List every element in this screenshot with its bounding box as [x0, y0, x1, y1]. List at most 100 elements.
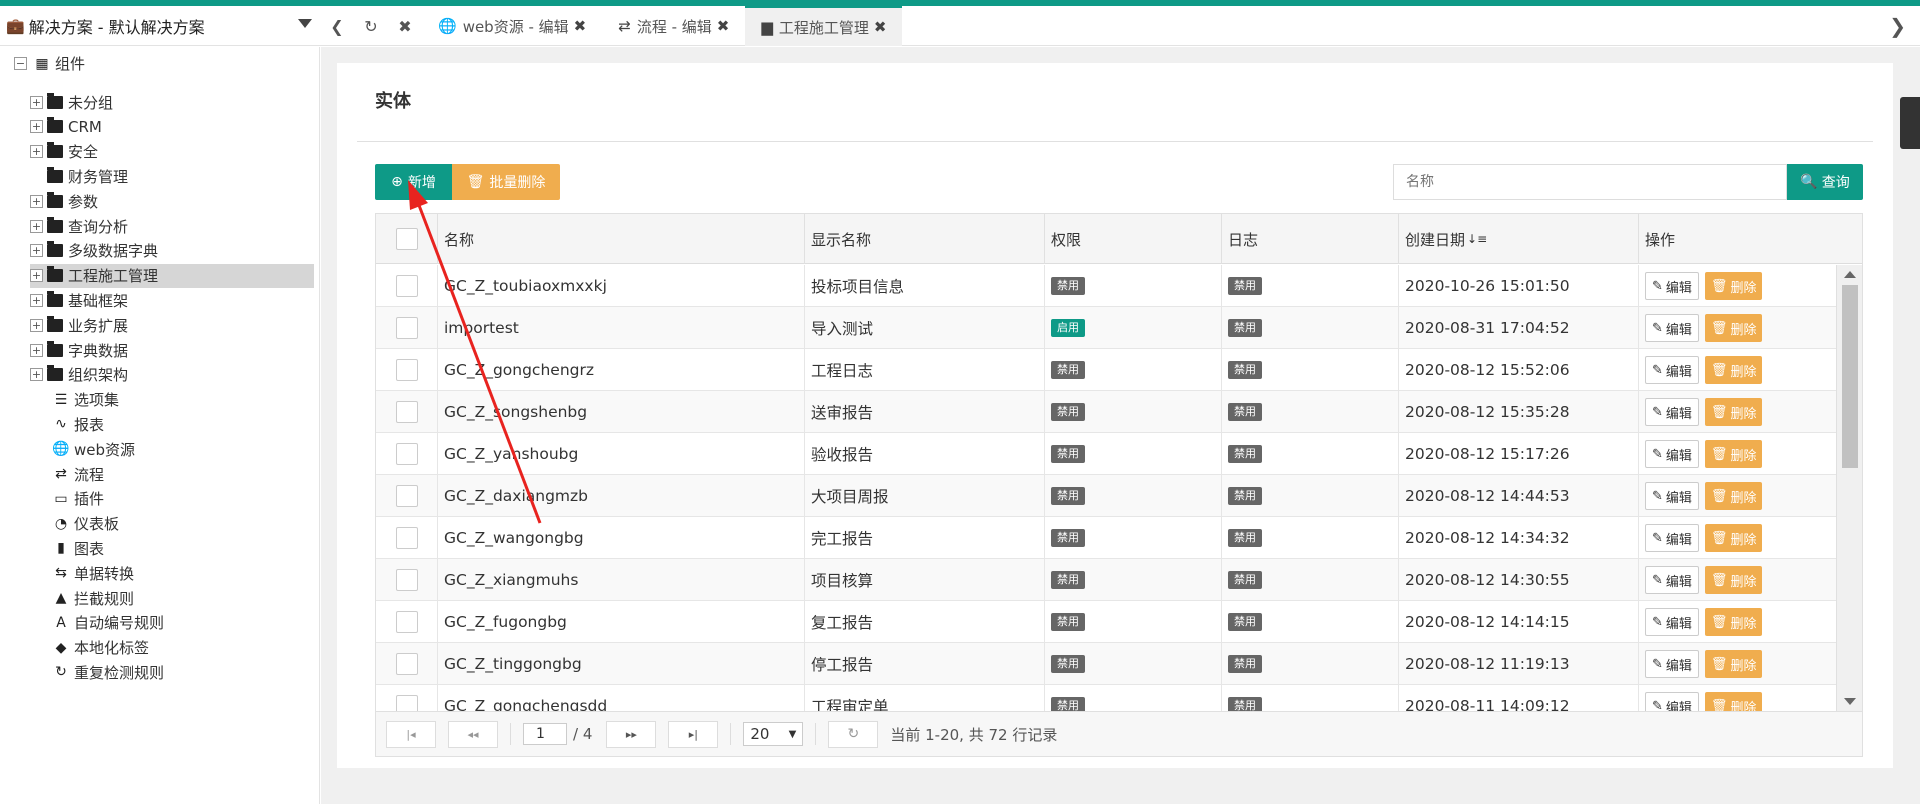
table-row[interactable]: GC_Z_xiangmuhs 项目核算 禁用 禁用 2020-08-12 14:30:5…	[376, 559, 1836, 601]
sidebar-item[interactable]: + 多级数据字典	[30, 239, 158, 263]
sidebar-item[interactable]: ⇆ 单据转换	[52, 561, 134, 585]
scroll-down-icon[interactable]	[1844, 698, 1856, 705]
row-checkbox[interactable]	[395, 695, 418, 711]
sidebar-item[interactable]: + 查询分析	[30, 214, 128, 238]
sidebar-item[interactable]: + CRM	[30, 115, 102, 139]
delete-button[interactable]: 🗑 删除	[1704, 272, 1763, 300]
chevron-down-icon[interactable]	[298, 19, 312, 28]
row-checkbox[interactable]	[395, 653, 418, 675]
edit-button[interactable]: ✎ 编辑	[1645, 314, 1699, 342]
sidebar-item[interactable]: ↻ 重复检测规则	[52, 660, 164, 684]
first-page-button[interactable]: |◂	[386, 720, 436, 748]
collapse-icon[interactable]: −	[14, 57, 27, 70]
sidebar-item[interactable]: + 字典数据	[30, 338, 128, 362]
last-page-button[interactable]: ▸|	[668, 720, 719, 748]
edit-button[interactable]: ✎ 编辑	[1645, 440, 1699, 468]
column-header-display[interactable]: 显示名称	[805, 214, 1045, 264]
column-header-permission[interactable]: 权限	[1045, 214, 1222, 264]
column-header-created[interactable]: 创建日期 ↓≡	[1399, 214, 1639, 264]
close-icon[interactable]: ✖	[574, 17, 587, 35]
sidebar-item[interactable]: ▭ 插件	[52, 487, 104, 511]
sidebar-item[interactable]: + 安全	[30, 140, 98, 164]
chevron-right-icon[interactable]: ❯	[1889, 14, 1906, 38]
delete-button[interactable]: 🗑 删除	[1704, 608, 1763, 636]
select-all-checkbox[interactable]	[395, 228, 418, 250]
search-button[interactable]: 🔍 查询	[1787, 164, 1863, 200]
expand-icon[interactable]: +	[30, 318, 43, 332]
row-checkbox[interactable]	[395, 485, 418, 507]
scroll-up-icon[interactable]	[1844, 271, 1856, 278]
search-input[interactable]	[1393, 164, 1787, 200]
delete-button[interactable]: 🗑 删除	[1704, 356, 1763, 384]
row-checkbox[interactable]	[395, 569, 418, 591]
reload-button[interactable]: ↻	[828, 720, 879, 748]
prev-page-button[interactable]: ◂◂	[448, 720, 498, 748]
tab-workflow[interactable]: ⇄ 流程 - 编辑 ✖	[602, 6, 745, 46]
solution-selector[interactable]: 💼 解决方案 - 默认解决方案	[6, 6, 316, 46]
expand-icon[interactable]: +	[30, 269, 43, 283]
delete-button[interactable]: 🗑 删除	[1704, 482, 1763, 510]
next-page-button[interactable]: ▸▸	[606, 720, 657, 748]
expand-icon[interactable]: +	[30, 368, 43, 382]
sidebar-item[interactable]: ⇄ 流程	[52, 462, 104, 486]
row-checkbox[interactable]	[395, 401, 418, 423]
table-row[interactable]: GC_Z_toubiaoxmxxkj 投标项目信息 禁用 禁用 2020-10-26 1…	[376, 265, 1836, 307]
edit-button[interactable]: ✎ 编辑	[1645, 356, 1699, 384]
table-row[interactable]: GC_Z_gongchengsdd 工程审定单 禁用 禁用 2020-08-11 14:…	[376, 685, 1836, 711]
edit-button[interactable]: ✎ 编辑	[1645, 272, 1699, 300]
row-checkbox[interactable]	[395, 443, 418, 465]
tab-web-resource[interactable]: 🌐 web资源 - 编辑 ✖	[422, 6, 602, 46]
sidebar-item[interactable]: ◆ 本地化标签	[52, 636, 149, 660]
table-row[interactable]: GC_Z_daxiangmzb 大项目周报 禁用 禁用 2020-08-12 14:44…	[376, 475, 1836, 517]
sidebar-item[interactable]: A 自动编号规则	[52, 611, 164, 635]
side-tool-handle[interactable]	[1900, 97, 1920, 149]
row-checkbox[interactable]	[395, 359, 418, 381]
edit-button[interactable]: ✎ 编辑	[1645, 650, 1699, 678]
expand-icon[interactable]: +	[30, 145, 43, 159]
delete-button[interactable]: 🗑 删除	[1704, 314, 1763, 342]
expand-icon[interactable]: +	[30, 95, 43, 109]
expand-icon[interactable]: +	[30, 219, 43, 233]
delete-button[interactable]: 🗑 删除	[1704, 650, 1763, 678]
expand-icon[interactable]: +	[30, 194, 43, 208]
edit-button[interactable]: ✎ 编辑	[1645, 482, 1699, 510]
sidebar-item[interactable]: + 工程施工管理	[30, 263, 314, 288]
sidebar-item[interactable]: + 未分组	[30, 90, 113, 114]
edit-button[interactable]: ✎ 编辑	[1645, 608, 1699, 636]
row-checkbox[interactable]	[395, 527, 418, 549]
row-checkbox[interactable]	[395, 611, 418, 633]
table-row[interactable]: GC_Z_wangongbg 完工报告 禁用 禁用 2020-08-12 14:34:3…	[376, 517, 1836, 559]
delete-button[interactable]: 🗑 删除	[1704, 524, 1763, 552]
expand-icon[interactable]: +	[30, 293, 43, 307]
expand-icon[interactable]: +	[30, 120, 43, 134]
edit-button[interactable]: ✎ 编辑	[1645, 524, 1699, 552]
delete-button[interactable]: 🗑 删除	[1704, 440, 1763, 468]
table-row[interactable]: GC_Z_songshenbg 送审报告 禁用 禁用 2020-08-12 15:35:…	[376, 391, 1836, 433]
sidebar-item[interactable]: 🌐 web资源	[52, 437, 135, 461]
column-header-name[interactable]: 名称	[438, 214, 805, 264]
vertical-scrollbar[interactable]	[1836, 265, 1862, 711]
tab-engineering[interactable]: ▆ 工程施工管理 ✖	[745, 6, 903, 46]
table-row[interactable]: GC_Z_tinggongbg 停工报告 禁用 禁用 2020-08-12 11:19:…	[376, 643, 1836, 685]
table-row[interactable]: GC_Z_fugongbg 复工报告 禁用 禁用 2020-08-12 14:14:15…	[376, 601, 1836, 643]
refresh-icon[interactable]: ↻	[354, 6, 388, 46]
column-header-log[interactable]: 日志	[1222, 214, 1399, 264]
batch-delete-button[interactable]: 🗑 批量删除	[452, 164, 560, 200]
sidebar-item[interactable]: ◔ 仪表板	[52, 512, 119, 536]
row-checkbox[interactable]	[395, 275, 418, 297]
row-checkbox[interactable]	[395, 317, 418, 339]
expand-icon[interactable]: +	[30, 343, 43, 357]
tree-root[interactable]: − ▦ 组件	[14, 53, 85, 74]
close-icon[interactable]: ✖	[388, 6, 422, 46]
sort-desc-icon[interactable]: ↓≡	[1467, 232, 1487, 246]
expand-icon[interactable]: +	[30, 244, 43, 258]
add-button[interactable]: ⊕ 新增	[375, 164, 452, 200]
sidebar-item[interactable]: ☰ 选项集	[52, 388, 119, 412]
close-icon[interactable]: ✖	[717, 17, 730, 35]
chevron-left-icon[interactable]: ❮	[320, 6, 354, 46]
sidebar-item[interactable]: ▲ 拦截规则	[52, 586, 134, 610]
close-icon[interactable]: ✖	[874, 18, 887, 36]
scroll-thumb[interactable]	[1842, 285, 1858, 468]
delete-button[interactable]: 🗑 删除	[1704, 398, 1763, 426]
sidebar-item[interactable]: + 基础框架	[30, 288, 128, 312]
